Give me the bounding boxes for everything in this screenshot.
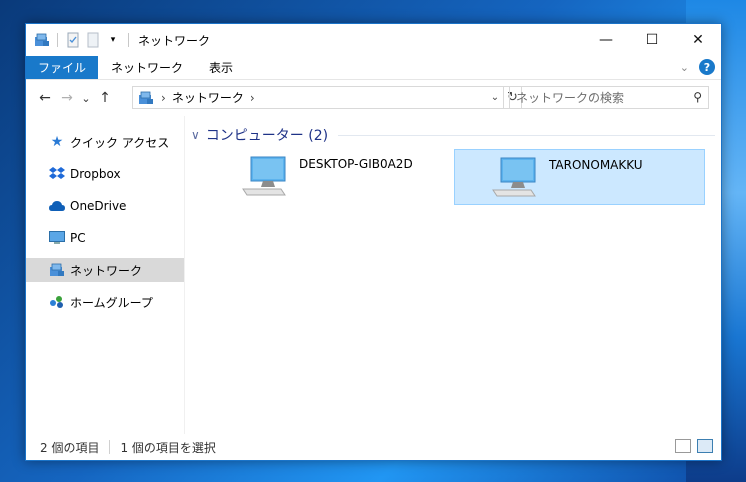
list-item-computer[interactable]: DESKTOP-GIB0A2D	[233, 149, 433, 205]
properties-icon[interactable]	[65, 32, 81, 48]
ribbon-right-controls: ⌄ ?	[680, 59, 715, 75]
tab-network[interactable]: ネットワーク	[98, 56, 196, 79]
expand-ribbon-icon[interactable]: ⌄	[680, 61, 689, 74]
sidebar-item-label: Dropbox	[70, 167, 121, 181]
quick-access-toolbar: ▾	[26, 32, 132, 48]
computer-icon	[492, 157, 536, 197]
sidebar-item-label: クイック アクセス	[70, 135, 170, 150]
navigation-pane: ★ クイック アクセス Dropbox OneDrive PC ネットワーク ホ…	[26, 116, 185, 434]
computer-icon	[242, 156, 286, 196]
network-icon	[139, 91, 153, 104]
sidebar-item-onedrive[interactable]: OneDrive	[26, 194, 184, 218]
star-icon: ★	[50, 134, 64, 150]
status-selected-count: 1 個の項目を選択	[120, 440, 216, 455]
group-header-computers[interactable]: ∨ コンピューター (2)	[191, 125, 715, 145]
tab-view[interactable]: 表示	[196, 56, 246, 79]
search-icon[interactable]: ⚲	[693, 90, 702, 104]
customize-toolbar-icon[interactable]: ▾	[105, 32, 121, 48]
status-bar: 2 個の項目 1 個の項目を選択	[26, 434, 721, 460]
tab-file[interactable]: ファイル	[26, 56, 99, 79]
sidebar-item-quick-access[interactable]: ★ クイック アクセス	[26, 130, 184, 154]
window-title: ネットワーク	[138, 33, 211, 48]
group-divider	[338, 134, 715, 136]
sidebar-item-label: ネットワーク	[70, 263, 143, 278]
new-folder-icon[interactable]	[85, 32, 101, 48]
search-box[interactable]: ネットワークの検索 ⚲	[509, 86, 709, 109]
sidebar-item-dropbox[interactable]: Dropbox	[26, 162, 184, 186]
chevron-down-icon[interactable]: ∨	[191, 128, 200, 142]
explorer-window: ▾ ネットワーク — ☐ ✕ ファイル ネットワーク 表示 ⌄ ? ← → ⌄ …	[25, 23, 722, 461]
sidebar-item-label: ホームグループ	[70, 295, 153, 310]
forward-button[interactable]: →	[56, 87, 78, 109]
item-label: DESKTOP-GIB0A2D	[299, 157, 413, 171]
ribbon-tabs: ファイル ネットワーク 表示 ⌄ ?	[26, 56, 721, 80]
sidebar-item-label: PC	[70, 231, 86, 245]
details-view-icon[interactable]	[675, 439, 691, 453]
minimize-button[interactable]: —	[583, 24, 629, 56]
navigation-bar: ← → ⌄ ↑ › ネットワーク › ⌄ ↻ ネットワークの検索 ⚲	[26, 80, 721, 116]
address-bar[interactable]: › ネットワーク › ⌄ ↻	[132, 86, 522, 109]
search-input[interactable]: ネットワークの検索	[516, 89, 624, 106]
address-dropdown-icon[interactable]: ⌄	[487, 92, 503, 103]
status-divider	[109, 440, 111, 454]
file-view: ∨ コンピューター (2) DESKTOP-GIB0A2D TARONOMAKK…	[185, 116, 721, 434]
back-button[interactable]: ←	[34, 87, 56, 109]
recent-locations-button[interactable]: ⌄	[78, 87, 94, 109]
breadcrumb-separator[interactable]: ›	[161, 91, 166, 105]
sidebar-item-homegroup[interactable]: ホームグループ	[26, 290, 184, 314]
status-item-count: 2 個の項目	[40, 440, 100, 455]
network-icon	[48, 262, 66, 278]
list-item-computer[interactable]: TARONOMAKKU	[454, 149, 705, 205]
large-icons-view-icon[interactable]	[697, 439, 713, 453]
network-folder-icon[interactable]	[34, 32, 50, 48]
item-label: TARONOMAKKU	[549, 158, 643, 172]
toolbar-divider	[57, 33, 58, 47]
maximize-button[interactable]: ☐	[629, 24, 675, 56]
group-header-label: コンピューター (2)	[205, 128, 329, 144]
window-controls: — ☐ ✕	[583, 24, 721, 56]
toolbar-divider	[128, 33, 129, 47]
content-area: ★ クイック アクセス Dropbox OneDrive PC ネットワーク ホ…	[26, 116, 721, 434]
sidebar-item-pc[interactable]: PC	[26, 226, 184, 250]
breadcrumb-separator[interactable]: ›	[250, 91, 255, 105]
sidebar-item-network[interactable]: ネットワーク	[26, 258, 184, 282]
view-switcher	[675, 439, 713, 453]
close-button[interactable]: ✕	[675, 24, 721, 56]
title-bar: ▾ ネットワーク — ☐ ✕	[26, 24, 721, 56]
pc-icon	[48, 230, 66, 246]
sidebar-item-label: OneDrive	[70, 199, 127, 213]
onedrive-icon	[48, 198, 66, 214]
homegroup-icon	[48, 294, 66, 310]
dropbox-icon	[48, 166, 66, 182]
up-button[interactable]: ↑	[94, 87, 116, 109]
help-icon[interactable]: ?	[699, 59, 715, 75]
breadcrumb-network[interactable]: ネットワーク	[172, 89, 244, 106]
